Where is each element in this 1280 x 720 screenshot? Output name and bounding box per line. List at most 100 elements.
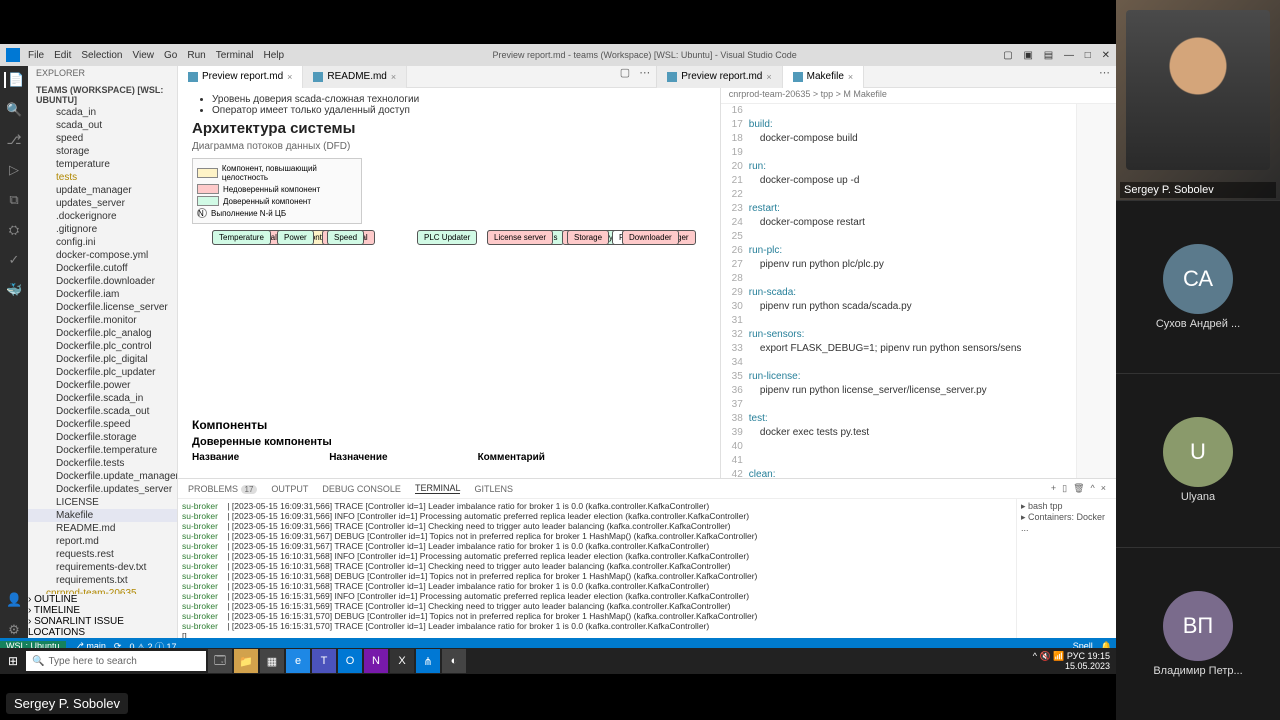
participant-tile[interactable]: ВП Владимир Петр... [1116, 547, 1280, 720]
menu-item[interactable]: Terminal [216, 50, 254, 61]
menu-item[interactable]: Run [187, 50, 205, 61]
tree-item[interactable]: Dockerfile.cutoff [28, 262, 177, 275]
participant-tile[interactable]: СА Сухов Андрей ... [1116, 200, 1280, 373]
more-icon[interactable]: ⋯ [1099, 67, 1110, 79]
debug-icon[interactable]: ▷ [6, 162, 22, 178]
tree-item[interactable]: Dockerfile.plc_updater [28, 366, 177, 379]
tree-item[interactable]: scada_in [28, 106, 177, 119]
tree-item[interactable]: requirements-dev.txt [28, 561, 177, 574]
teams-icon[interactable]: T [312, 649, 336, 673]
close-icon[interactable]: ✕ [1102, 50, 1110, 61]
account-icon[interactable]: 👤 [6, 592, 22, 608]
tree-item[interactable]: LICENSE [28, 496, 177, 509]
code-editor[interactable]: cnrprod-team-20635 > tpp > M Makefile 16… [721, 88, 1116, 478]
tree-item[interactable]: Dockerfile.plc_control [28, 340, 177, 353]
panel-tab[interactable]: OUTPUT [271, 484, 308, 494]
close-icon[interactable]: × [391, 72, 396, 82]
task-icon[interactable]: ▦ [260, 649, 284, 673]
terminal-output[interactable]: su-broker | [2023-05-15 16:09:31,566] TR… [178, 499, 1016, 638]
file-explorer-icon[interactable]: 📁 [234, 649, 258, 673]
panel-tab[interactable]: GITLENS [474, 484, 513, 494]
panel-tab[interactable]: TERMINAL [415, 483, 461, 494]
onenote-icon[interactable]: N [364, 649, 388, 673]
tree-item[interactable]: Dockerfile.scada_in [28, 392, 177, 405]
tree-item[interactable]: Dockerfile.license_server [28, 301, 177, 314]
menu-item[interactable]: Go [164, 50, 177, 61]
tree-item[interactable]: speed [28, 132, 177, 145]
close-icon[interactable]: × [848, 72, 853, 82]
editor-tab[interactable]: Preview report.md× [657, 66, 782, 88]
code-content[interactable]: build: docker-compose build run: docker-… [749, 104, 1076, 478]
sidebar-section[interactable]: › TIMELINE [28, 605, 177, 616]
source-control-icon[interactable]: ⎇ [6, 132, 22, 148]
participant-tile[interactable]: U Ulyana [1116, 373, 1280, 546]
editor-tab[interactable]: Makefile× [783, 66, 865, 88]
maximize-icon[interactable]: □ [1085, 50, 1091, 61]
breadcrumb[interactable]: cnrprod-team-20635 > tpp > M Makefile [721, 88, 1116, 104]
tree-item[interactable]: storage [28, 145, 177, 158]
remote-icon[interactable]: ⛭ [6, 222, 22, 238]
kill-terminal-icon[interactable]: 🗑 [1073, 483, 1084, 494]
tree-item[interactable]: Dockerfile.updates_server [28, 483, 177, 496]
settings-icon[interactable]: ⚙ [6, 622, 22, 638]
split-terminal-icon[interactable]: ▯ [1062, 483, 1067, 494]
editor-tab[interactable]: README.md× [303, 66, 407, 88]
tree-item[interactable]: Dockerfile.speed [28, 418, 177, 431]
editor-tab[interactable]: Preview report.md× [178, 66, 303, 88]
tree-item[interactable]: Dockerfile.tests [28, 457, 177, 470]
tree-item[interactable]: requirements.txt [28, 574, 177, 587]
terminal-entry[interactable]: ▸ Containers: Docker ... [1021, 512, 1112, 533]
outlook-icon[interactable]: O [338, 649, 362, 673]
start-button[interactable]: ⊞ [0, 648, 26, 674]
tree-item[interactable]: tests [28, 171, 177, 184]
task-icon[interactable]: ◐ [442, 649, 466, 673]
split-icon[interactable]: ▢ [620, 67, 630, 79]
tree-item[interactable]: Dockerfile.scada_out [28, 405, 177, 418]
tree-item[interactable]: .gitignore [28, 223, 177, 236]
tree-item[interactable]: Dockerfile.storage [28, 431, 177, 444]
vscode-icon[interactable]: ⋔ [416, 649, 440, 673]
tree-item[interactable]: requests.rest [28, 548, 177, 561]
panel-tab[interactable]: DEBUG CONSOLE [322, 484, 401, 494]
layout-icon[interactable]: ▣ [1024, 50, 1033, 61]
edge-icon[interactable]: e [286, 649, 310, 673]
tree-item[interactable]: scada_out [28, 119, 177, 132]
system-tray[interactable]: ^ 🔇 📶 РУС 19:1515.05.2023 [1027, 651, 1116, 671]
extensions-icon[interactable]: ⧉ [6, 192, 22, 208]
taskbar-search[interactable]: 🔍 Type here to search [26, 651, 206, 671]
tree-item[interactable]: Dockerfile.downloader [28, 275, 177, 288]
menu-item[interactable]: Edit [54, 50, 71, 61]
workspace-label[interactable]: TEAMS (WORKSPACE) [WSL: UBUNTU] [28, 84, 177, 106]
tree-item[interactable]: report.md [28, 535, 177, 548]
more-icon[interactable]: ⋯ [639, 67, 650, 79]
test-icon[interactable]: ✓ [6, 252, 22, 268]
tree-item[interactable]: Dockerfile.temperature [28, 444, 177, 457]
terminal-entry[interactable]: ▸ bash tpp [1021, 501, 1112, 512]
close-icon[interactable]: × [287, 72, 292, 82]
maximize-panel-icon[interactable]: ^ [1091, 483, 1095, 494]
close-icon[interactable]: × [766, 72, 771, 82]
speaker-video[interactable]: Sergey P. Sobolev [1116, 0, 1280, 200]
task-icon[interactable]: 🗔 [208, 649, 232, 673]
tree-item[interactable]: Makefile [28, 509, 177, 522]
panel-tab[interactable]: PROBLEMS 17 [188, 484, 257, 494]
menu-item[interactable]: Help [264, 50, 285, 61]
tree-item[interactable]: Dockerfile.plc_digital [28, 353, 177, 366]
docker-icon[interactable]: 🐳 [6, 282, 22, 298]
tree-item[interactable]: docker-compose.yml [28, 249, 177, 262]
tree-item[interactable]: config.ini [28, 236, 177, 249]
tree-item[interactable]: update_manager [28, 184, 177, 197]
tree-item[interactable]: temperature [28, 158, 177, 171]
close-panel-icon[interactable]: × [1101, 483, 1106, 494]
minimap[interactable] [1076, 104, 1116, 478]
tree-item[interactable]: Dockerfile.monitor [28, 314, 177, 327]
tree-item[interactable]: Dockerfile.update_manager [28, 470, 177, 483]
tree-item[interactable]: Dockerfile.plc_analog [28, 327, 177, 340]
sidebar-section[interactable]: › SONARLINT ISSUE LOCATIONS [28, 616, 177, 638]
new-terminal-icon[interactable]: + [1051, 483, 1056, 494]
explorer-icon[interactable]: 📄 [4, 72, 20, 88]
tree-item[interactable]: README.md [28, 522, 177, 535]
task-icon[interactable]: X [390, 649, 414, 673]
menu-item[interactable]: Selection [81, 50, 122, 61]
tree-item[interactable]: cnrprod-team-20635 [28, 587, 177, 594]
